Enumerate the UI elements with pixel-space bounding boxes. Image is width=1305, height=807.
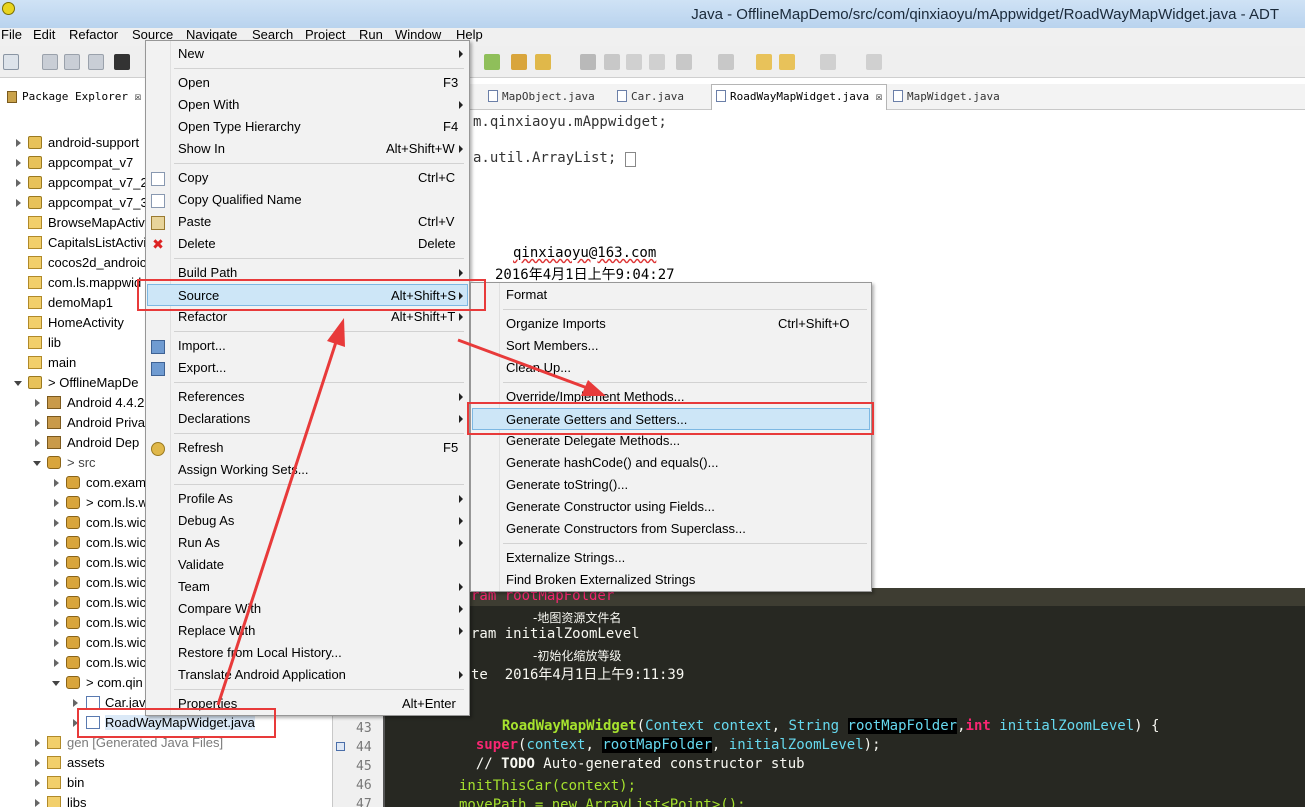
annotation-arrows <box>216 318 606 706</box>
arrow-file-to-source <box>216 318 345 706</box>
arrow-source-to-getters <box>457 338 606 396</box>
